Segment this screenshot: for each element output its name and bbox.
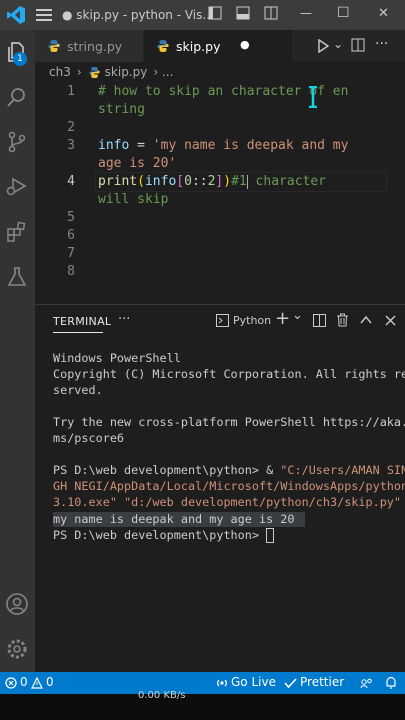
panel-header: TERMINAL ··· Python + ⌄ xyxy=(35,305,405,337)
terminal-output[interactable]: Windows PowerShell Copyright (C) Microso… xyxy=(35,345,405,675)
prettier-check-icon[interactable] xyxy=(284,677,297,689)
python-file-icon xyxy=(48,40,60,52)
customize-layout-icon[interactable] xyxy=(264,6,278,20)
line-number: 1 xyxy=(67,84,75,99)
breadcrumb-separator: › xyxy=(76,65,82,79)
warning-count[interactable]: 0 xyxy=(46,675,54,689)
code-editor[interactable]: 1 2 3 4 5 6 7 8 # how to skip an charact… xyxy=(35,82,405,304)
overlay-strip: 0.00 KB/s xyxy=(0,690,405,720)
code-line-3-wrap: age is 20' xyxy=(98,156,177,171)
panel-more-icon[interactable]: ··· xyxy=(118,312,130,327)
line-number: 5 xyxy=(67,210,75,225)
terminal-line: GH NEGI/AppData/Local/Microsoft/WindowsA… xyxy=(53,479,405,493)
maximize-panel-chevron-up-icon[interactable] xyxy=(360,315,372,325)
warning-icon[interactable] xyxy=(31,677,43,689)
python-file-icon xyxy=(157,40,169,52)
activity-bar: 1 xyxy=(0,30,35,672)
minimize-button[interactable]: — xyxy=(300,6,312,20)
active-tab-underline xyxy=(53,332,103,333)
feedback-icon[interactable] xyxy=(360,677,373,689)
editor-tab-bar: string.py skip.py ● ⌄ ··· xyxy=(35,30,405,62)
terminal-line: 3.10.exe" "d:/web development/python/ch3… xyxy=(53,495,402,509)
line-number: 4 xyxy=(67,174,75,189)
go-live-broadcast-icon[interactable] xyxy=(216,677,228,689)
title-bar: ● skip.py - python - Vis... — ☐ ✕ xyxy=(0,0,405,30)
kill-terminal-trash-icon[interactable] xyxy=(336,313,349,327)
split-terminal-icon[interactable] xyxy=(313,314,326,327)
split-editor-icon[interactable] xyxy=(351,38,365,52)
line-number: 8 xyxy=(67,264,75,279)
unsaved-dot-icon[interactable]: ● xyxy=(240,38,250,51)
python-file-icon xyxy=(88,66,100,78)
terminal-line: Try the new cross-platform PowerShell ht… xyxy=(53,415,405,429)
code-line-4: print(info[0::2])#1 character xyxy=(98,174,327,189)
prettier-button[interactable]: Prettier xyxy=(300,675,344,689)
terminal-icon xyxy=(216,314,229,327)
run-dropdown-chevron-icon[interactable]: ⌄ xyxy=(333,37,343,51)
network-speed-text: 0.00 KB/s xyxy=(138,690,186,701)
more-actions-icon[interactable]: ··· xyxy=(375,36,388,52)
code-line-4-wrap: will skip xyxy=(98,192,169,207)
terminal-line: my name is deepak and my age is 20 xyxy=(53,512,295,526)
code-line-3: info = 'my name is deepak and my xyxy=(98,138,349,153)
breadcrumb-folder[interactable]: ch3 xyxy=(49,65,71,79)
source-control-icon[interactable] xyxy=(5,130,29,154)
line-number: 3 xyxy=(67,138,75,153)
run-debug-icon[interactable] xyxy=(5,174,29,198)
tab-skip-py[interactable]: skip.py ● xyxy=(144,30,292,62)
line-number: 6 xyxy=(67,228,75,243)
close-button[interactable]: ✕ xyxy=(378,6,389,21)
tab-label: string.py xyxy=(67,38,123,54)
terminal-line: ms/pscore6 xyxy=(53,431,125,445)
go-live-button[interactable]: Go Live xyxy=(231,675,276,689)
breadcrumb: ch3 › skip.py › ... xyxy=(35,62,405,82)
tab-terminal[interactable]: TERMINAL xyxy=(53,315,111,328)
tab-label: skip.py xyxy=(176,38,221,54)
maximize-button[interactable]: ☐ xyxy=(337,5,350,21)
vscode-logo-icon xyxy=(7,6,25,24)
error-count[interactable]: 0 xyxy=(20,675,28,689)
terminal-line: Windows PowerShell xyxy=(53,351,181,365)
search-icon[interactable] xyxy=(5,85,29,109)
notifications-bell-icon[interactable] xyxy=(385,676,397,689)
terminal-dropdown-chevron-icon[interactable]: ⌄ xyxy=(292,308,303,323)
menu-icon[interactable] xyxy=(36,9,52,21)
breadcrumb-more[interactable]: › ... xyxy=(153,65,173,79)
terminal-line: PS D:\web development\python> xyxy=(53,528,275,543)
terminal-line: PS D:\web development\python> & "C:/User… xyxy=(53,463,405,477)
code-line-1-wrap: string xyxy=(98,102,145,117)
new-terminal-button[interactable]: + xyxy=(275,308,290,329)
panel-toggle-icon[interactable] xyxy=(236,6,250,20)
settings-gear-icon[interactable] xyxy=(5,637,29,661)
layout-toggle-icon[interactable] xyxy=(208,6,222,20)
terminal-line: Copyright (C) Microsoft Corporation. All… xyxy=(53,367,405,381)
terminal-shell-label[interactable]: Python xyxy=(233,314,271,327)
error-icon[interactable] xyxy=(5,677,17,689)
explorer-badge: 1 xyxy=(13,52,27,66)
status-bar: 0 0 Go Live Prettier xyxy=(0,672,405,694)
close-panel-icon[interactable] xyxy=(385,315,396,326)
line-number: 2 xyxy=(67,120,75,135)
run-python-icon[interactable] xyxy=(317,39,329,53)
tab-string-py[interactable]: string.py xyxy=(35,30,143,62)
breadcrumb-file[interactable]: skip.py xyxy=(105,65,148,79)
account-icon[interactable] xyxy=(5,592,29,616)
extensions-icon[interactable] xyxy=(5,220,29,244)
terminal-line: served. xyxy=(53,383,103,397)
ibeam-mouse-cursor-icon xyxy=(309,86,317,108)
terminal-cursor xyxy=(266,528,275,543)
testing-flask-icon[interactable] xyxy=(5,265,29,289)
line-number: 7 xyxy=(67,246,75,261)
window-title: ● skip.py - python - Vis... xyxy=(62,8,214,22)
